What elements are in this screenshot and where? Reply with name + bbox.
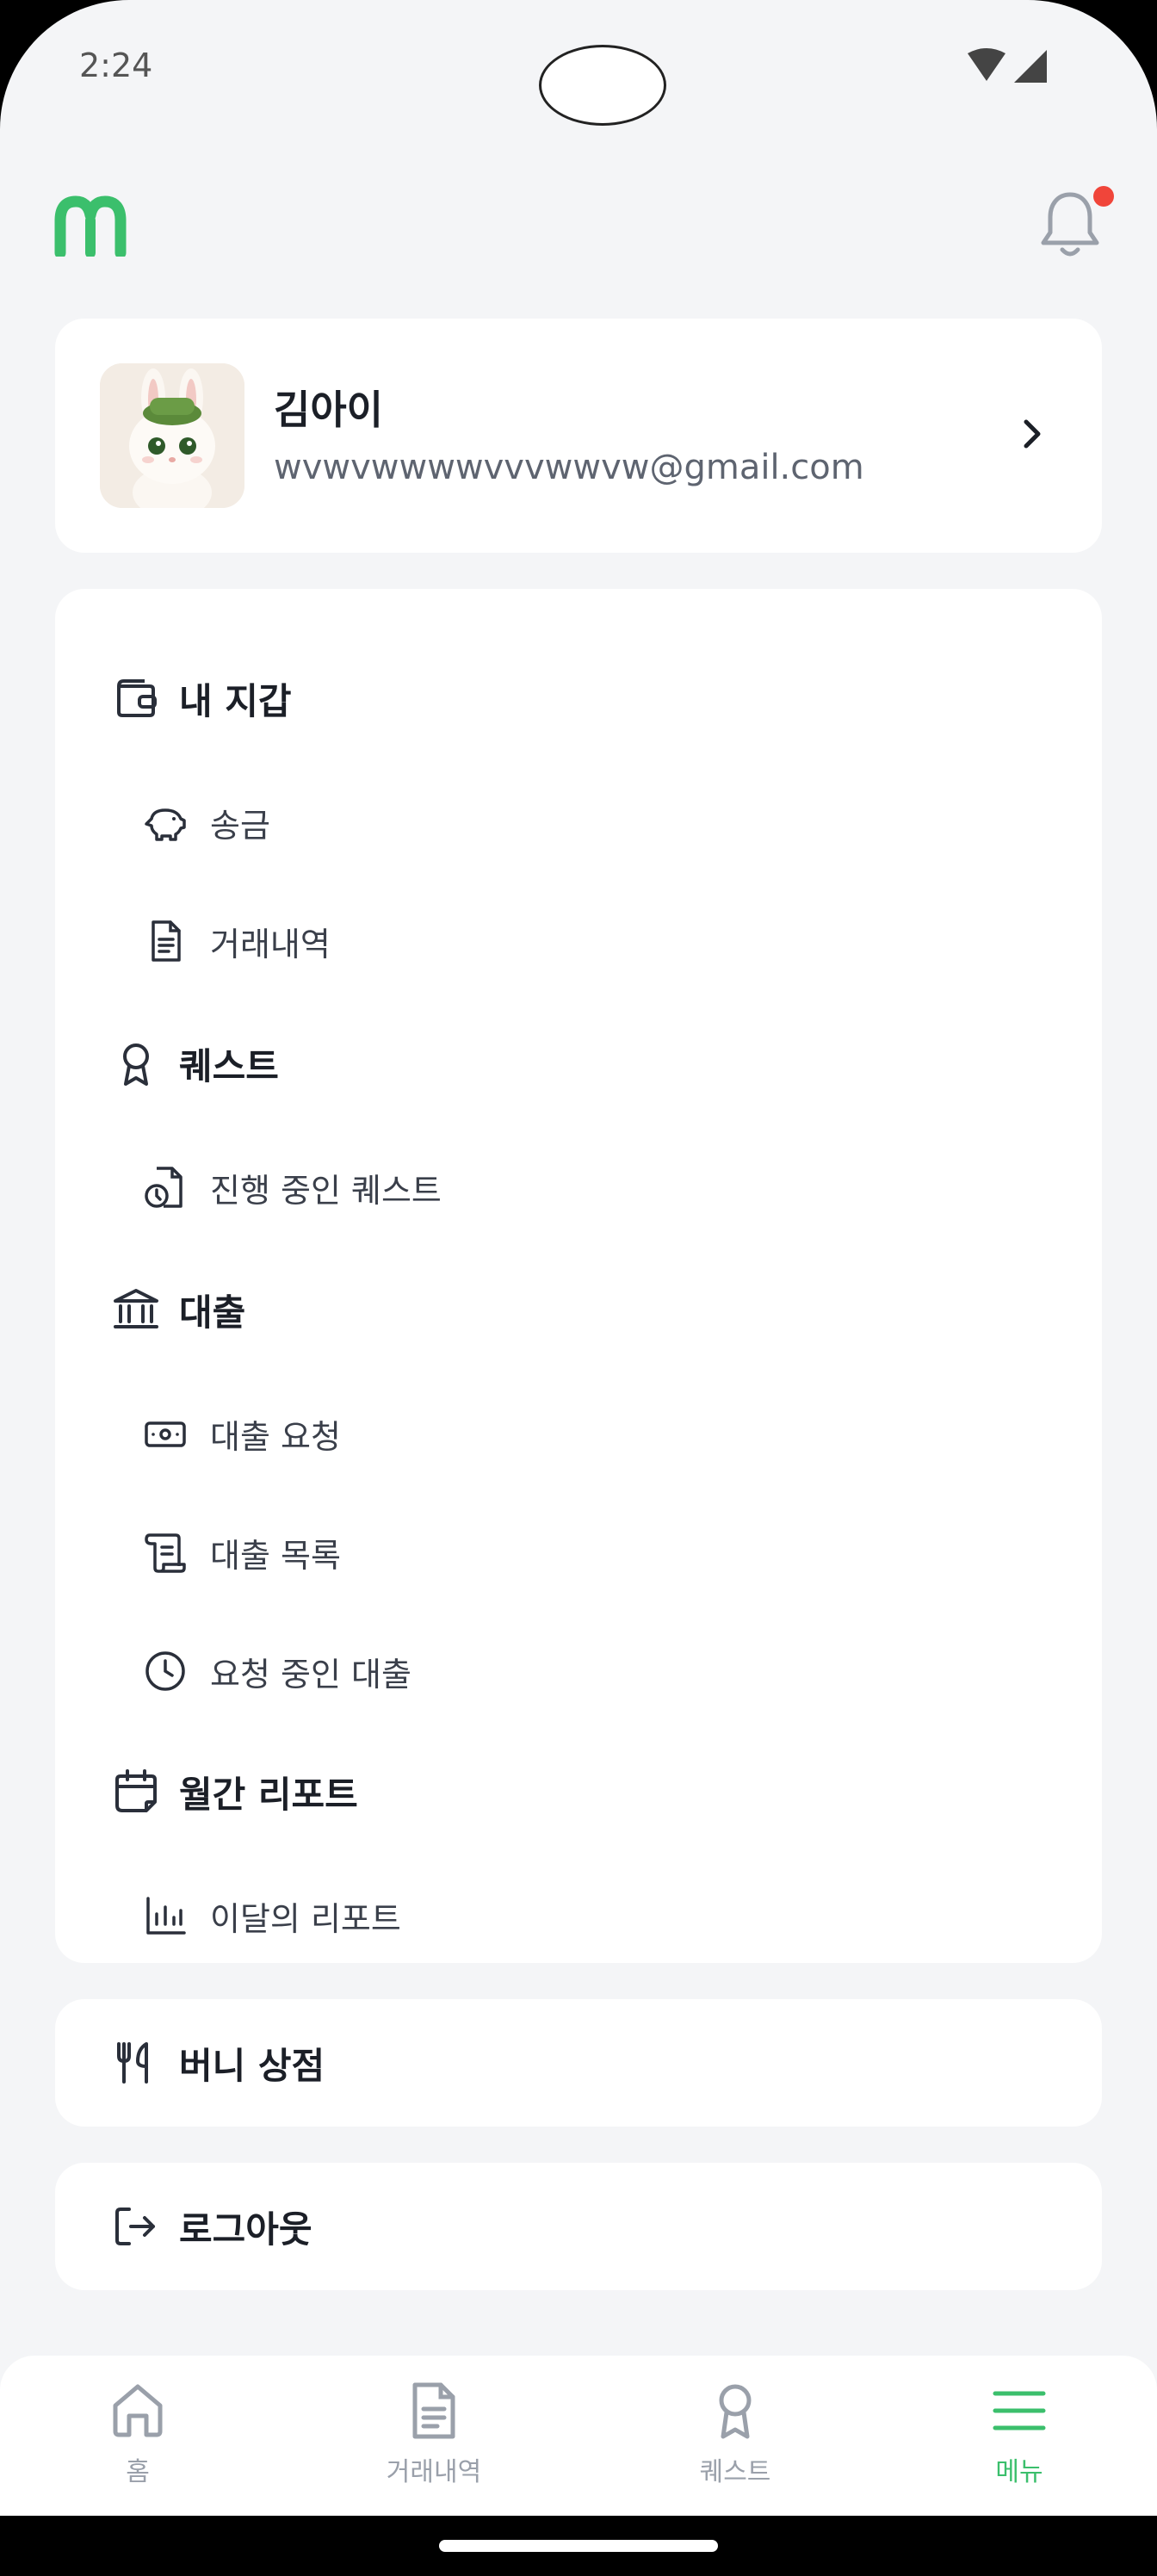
menu-item-ongoing-quest-label: 진행 중인 퀘스트 <box>210 1171 442 1210</box>
scroll-icon <box>141 1528 189 1576</box>
wallet-icon <box>110 672 162 724</box>
piggy-bank-icon <box>141 798 189 846</box>
menu-item-monthly-report-label: 이달의 리포트 <box>210 1899 401 1938</box>
menu-item-transfer-label: 송금 <box>210 806 270 845</box>
menu-item-monthly-report[interactable]: 이달의 리포트 <box>141 1886 401 1946</box>
section-wallet: 내 지갑 <box>110 668 292 728</box>
nav-menu-label: 메뉴 <box>995 2457 1043 2487</box>
menu-item-ongoing-quest[interactable]: 진행 중인 퀘스트 <box>141 1157 442 1217</box>
camera-cutout <box>539 45 666 126</box>
store-card[interactable]: 버니 상점 <box>55 1999 1102 2127</box>
status-time: 2:24 <box>79 46 153 84</box>
bell-icon[interactable] <box>1038 188 1102 262</box>
menu-item-pending-loan[interactable]: 요청 중인 대출 <box>141 1641 411 1701</box>
logout-label: 로그아웃 <box>179 2208 312 2251</box>
menu-item-loan-request[interactable]: 대출 요청 <box>141 1403 341 1464</box>
profile-name: 김아이 <box>274 387 383 433</box>
section-report-label: 월간 리포트 <box>179 1773 358 1816</box>
nav-home[interactable]: 홈 <box>52 2380 224 2488</box>
document-icon <box>412 2382 455 2439</box>
nav-quest[interactable]: 퀘스트 <box>649 2380 821 2488</box>
profile-email: wvwvwwwwvvvwwvw@gmail.com <box>274 448 864 487</box>
menu-item-history[interactable]: 거래내역 <box>141 911 331 971</box>
menu-item-loan-list-label: 대출 목록 <box>210 1536 341 1575</box>
bar-chart-icon <box>141 1892 189 1940</box>
section-loan-label: 대출 <box>179 1291 246 1334</box>
home-indicator[interactable] <box>439 2540 718 2552</box>
menu-item-loan-request-label: 대출 요청 <box>210 1417 341 1456</box>
document-clock-icon <box>141 1163 189 1211</box>
nav-quest-label: 퀘스트 <box>699 2457 771 2487</box>
nav-history-label: 거래내역 <box>386 2457 482 2487</box>
menu-card: 내 지갑 송금 거래내역 퀘스트 진행 중인 퀘스트 대출 대출 요청 대출 목… <box>55 589 1102 1963</box>
nav-history[interactable]: 거래내역 <box>348 2380 520 2488</box>
menu-item-transfer[interactable]: 송금 <box>141 792 270 852</box>
logout-row: 로그아웃 <box>110 2196 312 2257</box>
logout-icon <box>110 2201 162 2252</box>
menu-item-loan-list[interactable]: 대출 목록 <box>141 1522 341 1582</box>
app-logo-icon[interactable] <box>53 195 127 257</box>
bottom-nav: 홈 거래내역 퀘스트 메뉴 <box>0 2356 1157 2516</box>
nav-menu[interactable]: 메뉴 <box>933 2380 1105 2488</box>
cash-icon <box>141 1409 189 1458</box>
logout-card[interactable]: 로그아웃 <box>55 2163 1102 2290</box>
section-quest: 퀘스트 <box>110 1033 279 1093</box>
avatar <box>100 363 244 508</box>
section-report: 월간 리포트 <box>110 1762 358 1822</box>
menu-item-pending-loan-label: 요청 중인 대출 <box>210 1655 411 1694</box>
calendar-icon <box>110 1766 162 1817</box>
home-icon <box>113 2384 163 2437</box>
section-loan: 대출 <box>110 1279 245 1340</box>
store-row: 버니 상점 <box>110 2033 325 2093</box>
bunny-avatar-icon <box>100 363 244 508</box>
utensils-icon <box>110 2037 162 2089</box>
chevron-right-icon[interactable] <box>1011 412 1055 456</box>
store-label: 버니 상점 <box>179 2044 325 2087</box>
section-wallet-label: 내 지갑 <box>179 679 292 722</box>
hamburger-menu-icon <box>993 2391 1046 2430</box>
signal-wifi-icon <box>968 48 1047 83</box>
profile-card[interactable]: 김아이 wvwvwwwwvvvwwvw@gmail.com <box>55 319 1102 553</box>
clock-icon <box>141 1647 189 1695</box>
menu-item-history-label: 거래내역 <box>210 925 331 963</box>
nav-home-label: 홈 <box>126 2457 150 2487</box>
section-quest-label: 퀘스트 <box>179 1044 279 1087</box>
bank-icon <box>110 1284 162 1335</box>
badge-icon <box>110 1037 162 1089</box>
document-icon <box>141 917 189 965</box>
notification-dot <box>1093 186 1114 207</box>
badge-icon <box>719 2384 752 2439</box>
screen: 2:24 김아이 wvwvwwwwvvvwwvw@gmail.com 내 지갑 … <box>0 0 1157 2576</box>
